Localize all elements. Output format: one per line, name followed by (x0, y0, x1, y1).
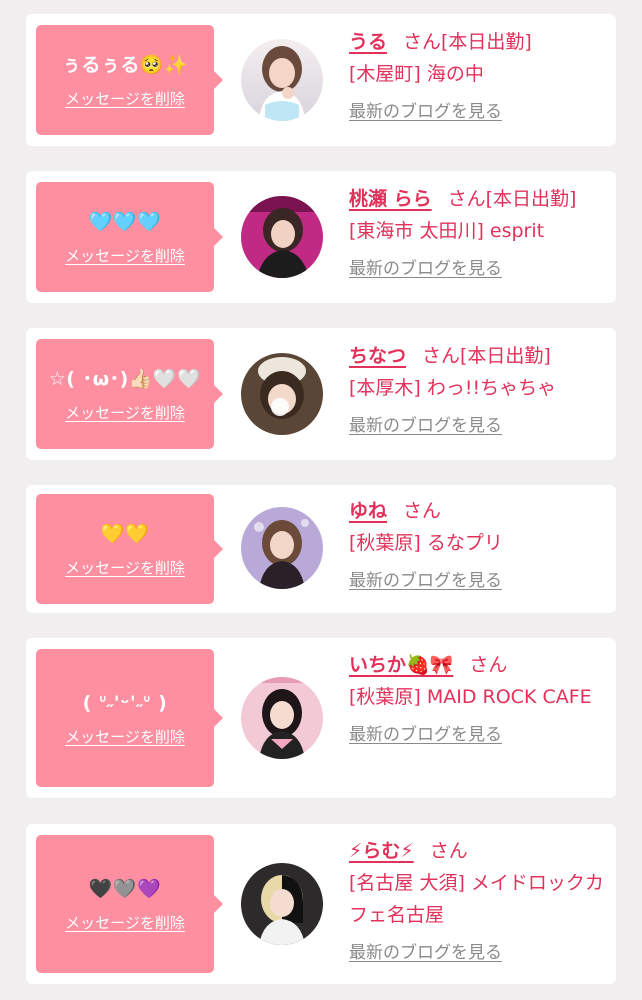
honorific-status: さん (429, 840, 468, 862)
message-card: 🖤🩶💜 メッセージを削除 ⚡らむ⚡ さん [名古屋 大須] メイドロックカフェ名古… (26, 824, 616, 984)
message-bubble: ( ᐡ˶'ᵕ'˶ᐡ ) メッセージを削除 (36, 649, 223, 787)
user-name-link[interactable]: ちなつ (349, 345, 406, 367)
honorific-status: さん (403, 500, 442, 522)
entry-info: ちなつ さん[本日出勤] [本厚木] わっ!!ちゃちゃ 最新のブログを見る (349, 340, 606, 437)
entry-info: うる さん[本日出勤] [木屋町] 海の中 最新のブログを見る (349, 26, 606, 123)
message-bubble: 💛💛 メッセージを削除 (36, 494, 223, 604)
message-text: ぅるぅる🥺✨ (61, 54, 189, 76)
delete-message-link[interactable]: メッセージを削除 (65, 728, 185, 746)
delete-message-link[interactable]: メッセージを削除 (65, 90, 185, 108)
message-text: ( ᐡ˶'ᵕ'˶ᐡ ) (82, 692, 168, 714)
message-text: 💛💛 (100, 523, 150, 545)
message-card: ( ᐡ˶'ᵕ'˶ᐡ ) メッセージを削除 いちか🍓🎀 さん [秋葉原] MAID … (26, 638, 616, 798)
message-card: 💛💛 メッセージを削除 ゆね さん [秋葉原] るなプリ 最新のブログを見る (26, 485, 616, 613)
message-list: ぅるぅる🥺✨ メッセージを削除 うる さん[本日出勤] [木屋町] 海の中 最新の… (26, 14, 616, 984)
message-bubble: 🖤🩶💜 メッセージを削除 (36, 835, 223, 973)
avatar[interactable] (241, 353, 323, 435)
avatar[interactable] (241, 39, 323, 121)
name-line: うる さん[本日出勤] (349, 26, 606, 58)
message-text: 🖤🩶💜 (88, 878, 162, 900)
latest-blog-link[interactable]: 最新のブログを見る (349, 570, 502, 592)
avatar[interactable] (241, 507, 323, 589)
name-line: いちか🍓🎀 さん (349, 649, 606, 681)
location-text: [秋葉原] るなプリ (349, 532, 503, 554)
latest-blog-link[interactable]: 最新のブログを見る (349, 258, 502, 280)
honorific-status: さん (469, 654, 508, 676)
delete-message-link[interactable]: メッセージを削除 (65, 559, 185, 577)
message-bubble: ☆( ･ω･)👍🏻🤍🤍 メッセージを削除 (36, 339, 223, 449)
message-bubble: 🩵🩵🩵 メッセージを削除 (36, 182, 223, 292)
entry-info: 桃瀬 らら さん[本日出勤] [東海市 太田川] esprit 最新のブログを見る (349, 183, 606, 280)
message-card: ☆( ･ω･)👍🏻🤍🤍 メッセージを削除 ちなつ さん[本日出勤] [本厚木] わ… (26, 328, 616, 460)
user-name-link[interactable]: ⚡らむ⚡ (349, 840, 414, 862)
name-line: ⚡らむ⚡ さん (349, 835, 606, 867)
location-text: [東海市 太田川] esprit (349, 220, 545, 242)
message-text: 🩵🩵🩵 (88, 211, 162, 233)
latest-blog-link[interactable]: 最新のブログを見る (349, 101, 502, 123)
location-text: [本厚木] わっ!!ちゃちゃ (349, 377, 557, 399)
honorific-status: さん[本日出勤] (447, 188, 577, 210)
latest-blog-link[interactable]: 最新のブログを見る (349, 724, 502, 746)
honorific-status: さん[本日出勤] (422, 345, 551, 367)
avatar[interactable] (241, 196, 323, 278)
user-name-link[interactable]: うる (349, 31, 387, 53)
entry-info: ⚡らむ⚡ さん [名古屋 大須] メイドロックカフェ名古屋 最新のブログを見る (349, 835, 606, 964)
location-text: [木屋町] 海の中 (349, 63, 484, 85)
location-text: [名古屋 大須] メイドロックカフェ名古屋 (349, 872, 604, 926)
message-bubble: ぅるぅる🥺✨ メッセージを削除 (36, 25, 223, 135)
entry-info: いちか🍓🎀 さん [秋葉原] MAID ROCK CAFE 最新のブログを見る (349, 649, 606, 746)
user-name-link[interactable]: ゆね (349, 500, 387, 522)
user-name-link[interactable]: いちか🍓🎀 (349, 654, 453, 676)
entry-info: ゆね さん [秋葉原] るなプリ 最新のブログを見る (349, 495, 606, 592)
message-text: ☆( ･ω･)👍🏻🤍🤍 (48, 368, 202, 390)
name-line: 桃瀬 らら さん[本日出勤] (349, 183, 606, 215)
honorific-status: さん[本日出勤] (403, 31, 532, 53)
user-name-link[interactable]: 桃瀬 らら (349, 188, 432, 210)
latest-blog-link[interactable]: 最新のブログを見る (349, 415, 502, 437)
delete-message-link[interactable]: メッセージを削除 (65, 404, 185, 422)
avatar[interactable] (241, 677, 323, 759)
message-card: 🩵🩵🩵 メッセージを削除 桃瀬 らら さん[本日出勤] [東海市 太田川] esp… (26, 171, 616, 303)
delete-message-link[interactable]: メッセージを削除 (65, 914, 185, 932)
delete-message-link[interactable]: メッセージを削除 (65, 247, 185, 265)
location-text: [秋葉原] MAID ROCK CAFE (349, 686, 592, 708)
avatar[interactable] (241, 863, 323, 945)
name-line: ちなつ さん[本日出勤] (349, 340, 606, 372)
message-card: ぅるぅる🥺✨ メッセージを削除 うる さん[本日出勤] [木屋町] 海の中 最新の… (26, 14, 616, 146)
latest-blog-link[interactable]: 最新のブログを見る (349, 942, 502, 964)
name-line: ゆね さん (349, 495, 606, 527)
